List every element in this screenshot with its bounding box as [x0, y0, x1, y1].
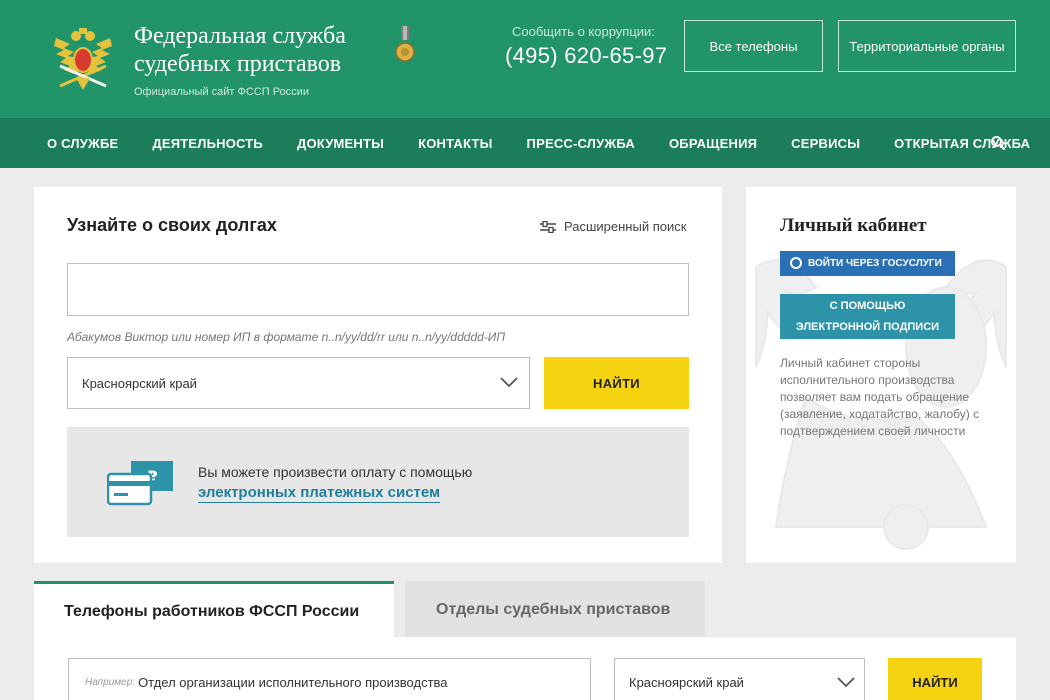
find-button[interactable]: НАЙТИ: [544, 357, 689, 409]
sliders-icon: [540, 220, 556, 233]
phones-search-panel: Например: Отдел организации исполнительн…: [34, 637, 1016, 700]
gosuslugi-label: ВОЙТИ ЧЕРЕЗ ГОСУСЛУГИ: [808, 258, 942, 269]
region-select[interactable]: Красноярский край: [67, 357, 530, 409]
debt-search-card: Узнайте о своих долгах Расширенный поиск…: [34, 187, 722, 563]
card-payment-icon: ₽: [107, 461, 173, 506]
search-icon[interactable]: [990, 135, 1006, 151]
fssp-emblem-icon[interactable]: [50, 26, 116, 94]
phones-region-select[interactable]: Красноярский край: [614, 658, 865, 700]
nav-item-appeals[interactable]: ОБРАЩЕНИЯ: [669, 136, 757, 151]
nav-item-open-service[interactable]: ОТКРЫТАЯ СЛУЖБА: [894, 136, 1030, 151]
corruption-label: Сообщить о коррупции:: [512, 24, 655, 39]
payment-text: Вы можете произвести оплату с помощью: [198, 464, 473, 480]
nav-item-press[interactable]: ПРЕСС-СЛУЖБА: [527, 136, 635, 151]
phones-search-input[interactable]: Например: Отдел организации исполнительн…: [68, 658, 591, 700]
chevron-down-icon: [837, 677, 855, 688]
cabinet-description: Личный кабинет стороны исполнительного п…: [780, 356, 980, 438]
e-signature-label-line1: С ПОМОЩЬЮ: [829, 300, 906, 312]
advanced-search-link[interactable]: Расширенный поиск: [540, 219, 686, 234]
gosuslugi-login-button[interactable]: ВОЙТИ ЧЕРЕЗ ГОСУСЛУГИ: [780, 251, 955, 276]
example-label: Например:: [85, 676, 136, 688]
personal-cabinet-card: Личный кабинет ВОЙТИ ЧЕРЕЗ ГОСУСЛУГИ С П…: [746, 187, 1016, 563]
debt-search-input[interactable]: [67, 263, 689, 316]
nav-item-about[interactable]: О СЛУЖБЕ: [47, 136, 118, 151]
all-phones-button[interactable]: Все телефоны: [684, 20, 823, 72]
corruption-phone[interactable]: (495) 620-65-97: [505, 43, 667, 69]
debt-search-title: Узнайте о своих долгах: [67, 215, 277, 235]
site-header: Федеральная служба судебных приставов Оф…: [0, 0, 1050, 118]
site-title-line1: Федеральная служба: [134, 23, 346, 49]
payment-systems-link[interactable]: электронных платежных систем: [198, 484, 441, 503]
tab-employee-phones[interactable]: Телефоны работников ФССП России: [34, 581, 394, 639]
phones-region-value: Красноярский край: [629, 674, 744, 690]
territorial-bodies-button[interactable]: Территориальные органы: [838, 20, 1016, 72]
e-signature-label-line2: ЭЛЕКТРОННОЙ ПОДПИСИ: [795, 321, 940, 333]
region-select-value: Красноярский край: [82, 375, 197, 391]
gosuslugi-icon: [790, 257, 802, 269]
medal-icon: [395, 26, 415, 62]
e-signature-button[interactable]: С ПОМОЩЬЮ ЭЛЕКТРОННОЙ ПОДПИСИ: [780, 294, 955, 339]
debt-search-hint: Абакумов Виктор или номер ИП в формате n…: [67, 330, 506, 344]
site-title[interactable]: Федеральная служба судебных приставов: [134, 22, 346, 78]
cabinet-title: Личный кабинет: [780, 215, 927, 236]
nav-item-services[interactable]: СЕРВИСЫ: [791, 136, 860, 151]
phones-search-value: Отдел организации исполнительного произв…: [138, 674, 448, 690]
nav-item-documents[interactable]: ДОКУМЕНТЫ: [297, 136, 384, 151]
phones-find-button[interactable]: НАЙТИ: [888, 658, 982, 700]
nav-item-contacts[interactable]: КОНТАКТЫ: [418, 136, 492, 151]
chevron-down-icon: [500, 377, 518, 388]
site-subtitle: Официальный сайт ФССП России: [134, 86, 309, 98]
nav-item-activity[interactable]: ДЕЯТЕЛЬНОСТЬ: [152, 136, 263, 151]
payment-info-box: ₽ Вы можете произвести оплату с помощью …: [67, 427, 689, 537]
tab-bailiff-departments[interactable]: Отделы судебных приставов: [405, 581, 705, 639]
advanced-search-label: Расширенный поиск: [564, 219, 687, 234]
main-nav: О СЛУЖБЕ ДЕЯТЕЛЬНОСТЬ ДОКУМЕНТЫ КОНТАКТЫ…: [0, 118, 1050, 168]
site-title-line2: судебных приставов: [134, 51, 342, 77]
